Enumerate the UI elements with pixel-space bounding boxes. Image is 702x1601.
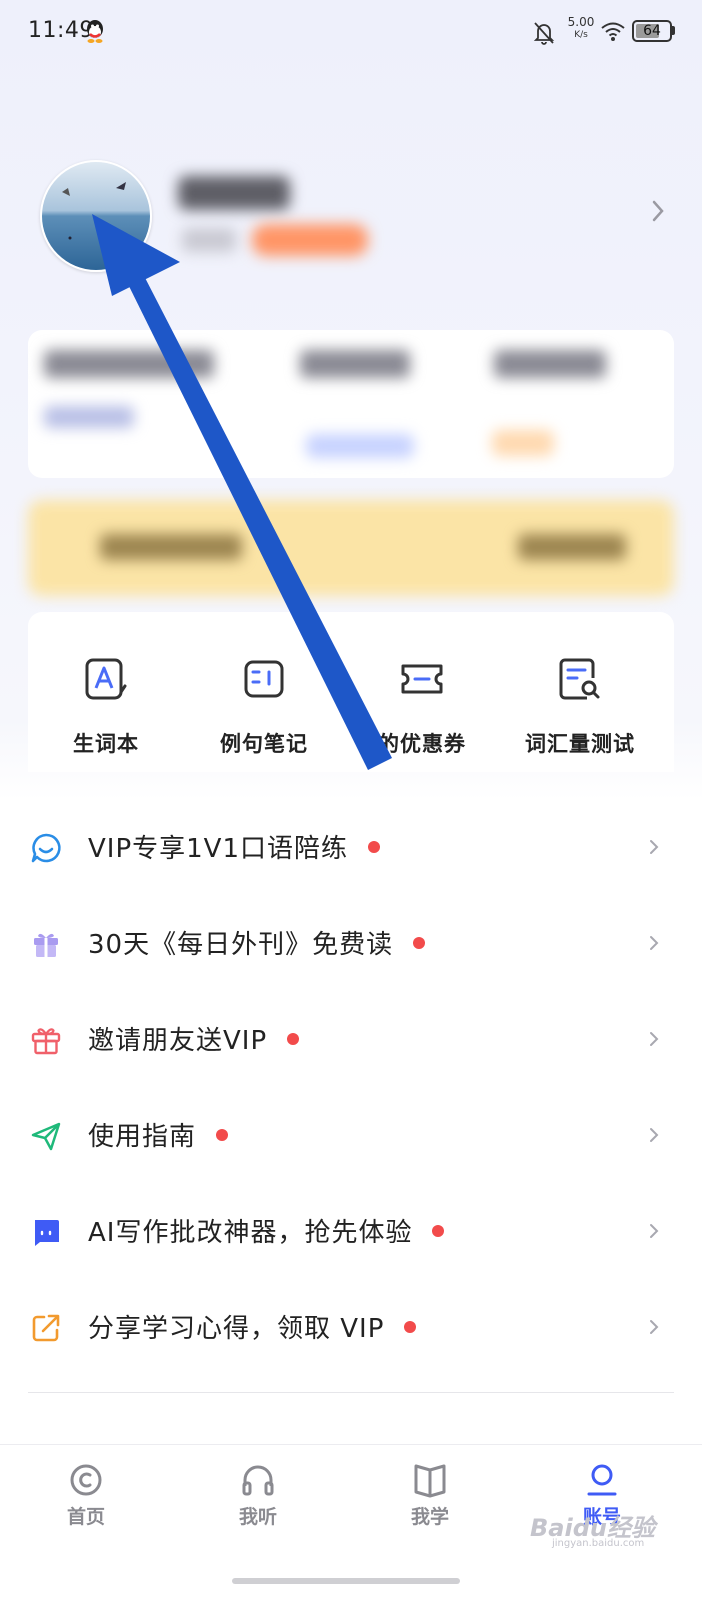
- menu-label: 分享学习心得，领取 VIP: [88, 1308, 417, 1345]
- tab-home[interactable]: 首页: [26, 1460, 146, 1529]
- watermark-url: jingyan.baidu.com: [552, 1538, 645, 1549]
- bell-off-icon: [532, 20, 556, 46]
- battery-percent: 64: [643, 23, 661, 39]
- tool-label: 生词本: [73, 732, 139, 756]
- menu-item-ai-writing[interactable]: AI写作批改神器，抢先体验: [0, 1182, 702, 1278]
- network-speed-value: 5.00: [567, 15, 595, 29]
- chevron-right-icon: [648, 1126, 660, 1144]
- stat-3-value-blurred: [492, 430, 554, 456]
- menu-item-vip-speaking[interactable]: VIP专享1V1口语陪练: [0, 798, 702, 894]
- tool-label: 的优惠券: [378, 732, 466, 756]
- tab-listen[interactable]: 我听: [198, 1460, 318, 1529]
- stat-1-title-blurred: [44, 350, 214, 378]
- menu-label: AI写作批改神器，抢先体验: [88, 1212, 445, 1249]
- menu-label: 30天《每日外刊》免费读: [88, 924, 426, 961]
- open-book-icon: [370, 1460, 490, 1500]
- menu-item-share-experience[interactable]: 分享学习心得，领取 VIP: [0, 1278, 702, 1374]
- tab-label: 我听: [238, 1506, 277, 1528]
- home-indicator[interactable]: [232, 1578, 460, 1584]
- tab-label: 我学: [410, 1506, 449, 1528]
- sentence-notes-icon: [194, 656, 334, 702]
- tool-coupons[interactable]: 的优惠券: [352, 656, 492, 766]
- vip-banner-text-blurred: [100, 534, 242, 560]
- coupon-icon: [352, 656, 492, 702]
- new-badge-dot: [368, 840, 381, 853]
- chevron-right-icon: [648, 838, 660, 856]
- headphones-icon: [198, 1460, 318, 1500]
- vip-banner-button-blurred: [518, 534, 626, 560]
- status-bar: 11:49 5.00 K/s 64: [0, 0, 702, 64]
- menu-item-user-guide[interactable]: 使用指南: [0, 1086, 702, 1182]
- user-subtitle-blurred: [182, 228, 236, 252]
- chevron-right-icon: [648, 1222, 660, 1240]
- new-badge-dot: [216, 1128, 229, 1141]
- tool-vocabulary-book[interactable]: 生词本: [36, 656, 176, 766]
- vocab-test-icon: [510, 656, 650, 702]
- menu-label: 邀请朋友送VIP: [88, 1020, 300, 1057]
- stat-2-title-blurred: [300, 350, 410, 378]
- stat-2-value-blurred: [306, 434, 414, 458]
- new-badge-dot: [404, 1320, 417, 1333]
- chevron-right-icon[interactable]: [650, 198, 666, 224]
- tool-label: 词汇量测试: [525, 732, 635, 756]
- network-speed-unit: K/s: [574, 30, 588, 40]
- new-badge-dot: [287, 1032, 300, 1045]
- new-badge-dot: [413, 936, 426, 949]
- avatar[interactable]: [40, 160, 152, 272]
- chat-bubble-icon: [30, 832, 62, 864]
- network-speed: 5.00 K/s: [566, 16, 596, 42]
- menu-label: VIP专享1V1口语陪练: [88, 828, 381, 865]
- share-icon: [30, 1312, 62, 1344]
- ai-bot-icon: [30, 1216, 62, 1248]
- stat-1-value-blurred: [44, 406, 134, 428]
- battery-cap: [672, 26, 675, 35]
- tab-study[interactable]: 我学: [370, 1460, 490, 1529]
- gift-icon: [30, 1024, 62, 1056]
- paper-plane-icon: [30, 1120, 62, 1152]
- menu-item-daily-journal[interactable]: 30天《每日外刊》免费读: [0, 894, 702, 990]
- section-divider: [28, 1392, 674, 1393]
- menu-item-invite-friends[interactable]: 邀请朋友送VIP: [0, 990, 702, 1086]
- tool-label: 例句笔记: [220, 732, 308, 756]
- tool-vocab-test[interactable]: 词汇量测试: [510, 656, 650, 766]
- menu-label: 使用指南: [88, 1116, 229, 1153]
- battery-icon: 64: [632, 20, 672, 42]
- user-icon: [542, 1460, 662, 1500]
- new-badge-dot: [432, 1224, 445, 1237]
- chevron-right-icon: [648, 1318, 660, 1336]
- wifi-icon: [600, 20, 626, 44]
- chevron-right-icon: [648, 934, 660, 952]
- username-blurred: [178, 176, 290, 210]
- gift-box-icon: [30, 928, 62, 960]
- tab-label: 首页: [66, 1506, 105, 1528]
- qq-icon: [84, 18, 106, 44]
- member-badge-blurred: [252, 224, 368, 256]
- tool-sentence-notes[interactable]: 例句笔记: [194, 656, 334, 766]
- vocabulary-book-icon: [36, 656, 176, 702]
- stat-3-title-blurred: [494, 350, 606, 378]
- chevron-right-icon: [648, 1030, 660, 1048]
- home-disc-icon: [26, 1460, 146, 1500]
